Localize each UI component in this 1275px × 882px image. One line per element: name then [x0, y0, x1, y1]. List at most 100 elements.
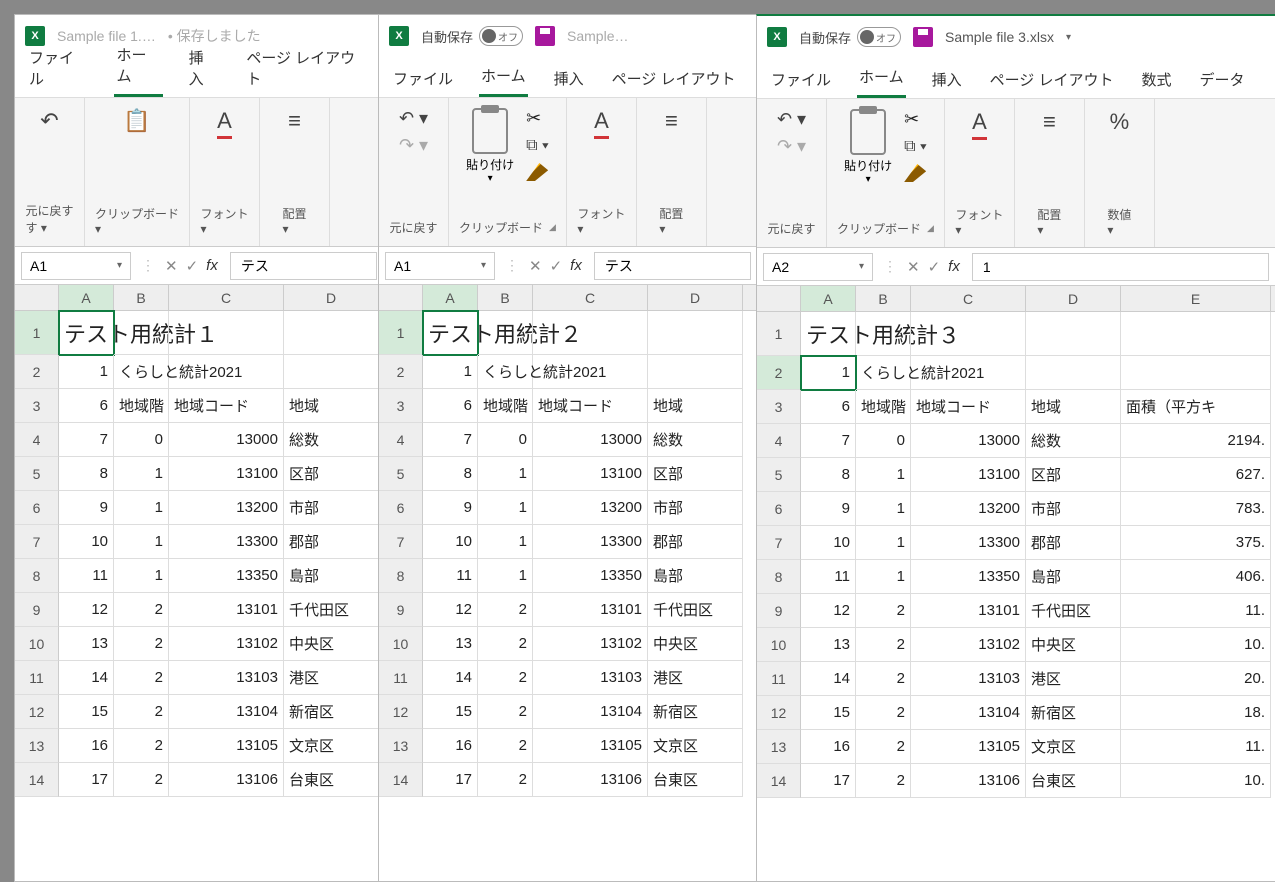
column-header[interactable]: A — [59, 285, 114, 310]
row-header[interactable]: 5 — [379, 457, 423, 491]
cell[interactable]: 1 — [478, 491, 533, 525]
cell[interactable]: 8 — [801, 458, 856, 492]
select-all-corner[interactable] — [757, 286, 801, 311]
cell[interactable]: 新宿区 — [1026, 696, 1121, 730]
cell[interactable]: 台東区 — [648, 763, 743, 797]
number-icon[interactable]: % — [1110, 105, 1130, 202]
cell[interactable]: テスト用統計３ — [801, 312, 856, 356]
cell[interactable]: 11. — [1121, 594, 1271, 628]
cell[interactable]: 13350 — [911, 560, 1026, 594]
tab-file[interactable]: ファイル — [27, 43, 90, 97]
cell[interactable]: 6 — [801, 390, 856, 424]
cell[interactable]: 14 — [801, 662, 856, 696]
copy-icon[interactable]: ⧉ ▾ — [904, 138, 927, 156]
fx-icon[interactable]: fx — [948, 258, 960, 276]
row-header[interactable]: 12 — [757, 696, 801, 730]
save-icon[interactable] — [913, 27, 933, 47]
autosave-toggle[interactable]: 自動保存オフ — [421, 26, 523, 46]
cell[interactable]: 20. — [1121, 662, 1271, 696]
cell[interactable]: 11 — [801, 560, 856, 594]
cell[interactable]: テスト用統計１ — [59, 311, 114, 355]
cell[interactable]: 1 — [856, 458, 911, 492]
row-header[interactable]: 5 — [757, 458, 801, 492]
cell[interactable] — [648, 311, 743, 355]
cell[interactable]: 2 — [856, 764, 911, 798]
cell[interactable]: 地域コード — [169, 389, 284, 423]
column-header[interactable]: E — [1121, 286, 1271, 311]
cell[interactable] — [856, 312, 911, 356]
column-header[interactable]: C — [169, 285, 284, 310]
row-header[interactable]: 6 — [757, 492, 801, 526]
copy-icon[interactable]: ⧉ ▾ — [526, 137, 549, 155]
cell[interactable]: 13300 — [169, 525, 284, 559]
paste-button[interactable]: 貼り付け▾ — [844, 109, 892, 185]
format-painter-icon[interactable] — [526, 163, 548, 181]
cell[interactable]: 13103 — [169, 661, 284, 695]
cell[interactable]: 総数 — [648, 423, 743, 457]
cell[interactable]: 11 — [59, 559, 114, 593]
cell[interactable]: 中央区 — [284, 627, 379, 661]
cell[interactable]: 15 — [423, 695, 478, 729]
cell[interactable]: 10 — [423, 525, 478, 559]
cell[interactable]: 港区 — [284, 661, 379, 695]
cell[interactable]: 総数 — [1026, 424, 1121, 458]
name-box[interactable]: A1▾ — [385, 252, 495, 280]
cell[interactable]: 1 — [59, 355, 114, 389]
cell[interactable]: くらしと統計2021 — [478, 355, 533, 389]
row-header[interactable]: 12 — [15, 695, 59, 729]
select-all-corner[interactable] — [379, 285, 423, 310]
cell[interactable] — [1121, 356, 1271, 390]
chevron-down-icon[interactable]: ▾ — [117, 260, 122, 271]
font-icon[interactable]: A — [972, 105, 987, 202]
cell[interactable]: 2 — [114, 729, 169, 763]
cell[interactable]: 中央区 — [1026, 628, 1121, 662]
cell[interactable]: 千代田区 — [284, 593, 379, 627]
tab-insert[interactable]: 挿入 — [552, 64, 586, 97]
row-header[interactable]: 7 — [379, 525, 423, 559]
cell[interactable]: 15 — [801, 696, 856, 730]
cell[interactable]: 2 — [478, 763, 533, 797]
font-icon[interactable]: A — [594, 104, 609, 201]
row-header[interactable]: 14 — [379, 763, 423, 797]
cell[interactable]: 13 — [423, 627, 478, 661]
cell[interactable]: 13100 — [533, 457, 648, 491]
cell[interactable]: 783. — [1121, 492, 1271, 526]
row-header[interactable]: 10 — [757, 628, 801, 662]
cell[interactable]: 2 — [478, 661, 533, 695]
toggle-switch[interactable]: オフ — [857, 27, 901, 47]
cell[interactable]: テスト用統計２ — [423, 311, 478, 355]
cell[interactable]: 11 — [423, 559, 478, 593]
cell[interactable]: 13101 — [533, 593, 648, 627]
cell[interactable]: 島部 — [648, 559, 743, 593]
cell[interactable] — [911, 312, 1026, 356]
cell[interactable]: 島部 — [284, 559, 379, 593]
tab-layout[interactable]: ページ レイアウト — [988, 65, 1116, 98]
cell[interactable]: 1 — [114, 559, 169, 593]
cell[interactable] — [1121, 312, 1271, 356]
cell[interactable]: 1 — [478, 457, 533, 491]
cell[interactable]: 13102 — [169, 627, 284, 661]
cell[interactable] — [114, 311, 169, 355]
row-header[interactable]: 9 — [379, 593, 423, 627]
cell[interactable]: 13 — [801, 628, 856, 662]
cell[interactable]: 地域 — [648, 389, 743, 423]
cell[interactable]: 16 — [801, 730, 856, 764]
cell[interactable]: 0 — [856, 424, 911, 458]
cell[interactable] — [1026, 356, 1121, 390]
row-header[interactable]: 5 — [15, 457, 59, 491]
cell[interactable]: 13102 — [533, 627, 648, 661]
cell[interactable]: 13104 — [911, 696, 1026, 730]
row-header[interactable]: 9 — [757, 594, 801, 628]
format-painter-icon[interactable] — [904, 164, 926, 182]
cell[interactable]: 2194. — [1121, 424, 1271, 458]
cell[interactable]: 13000 — [169, 423, 284, 457]
cell[interactable]: 台東区 — [1026, 764, 1121, 798]
cell[interactable]: 13000 — [911, 424, 1026, 458]
cell[interactable]: 港区 — [1026, 662, 1121, 696]
cell[interactable]: 1 — [423, 355, 478, 389]
cell[interactable]: 2 — [856, 628, 911, 662]
cell[interactable]: くらしと統計2021 — [856, 356, 911, 390]
cell[interactable]: 18. — [1121, 696, 1271, 730]
row-header[interactable]: 13 — [379, 729, 423, 763]
row-header[interactable]: 4 — [15, 423, 59, 457]
